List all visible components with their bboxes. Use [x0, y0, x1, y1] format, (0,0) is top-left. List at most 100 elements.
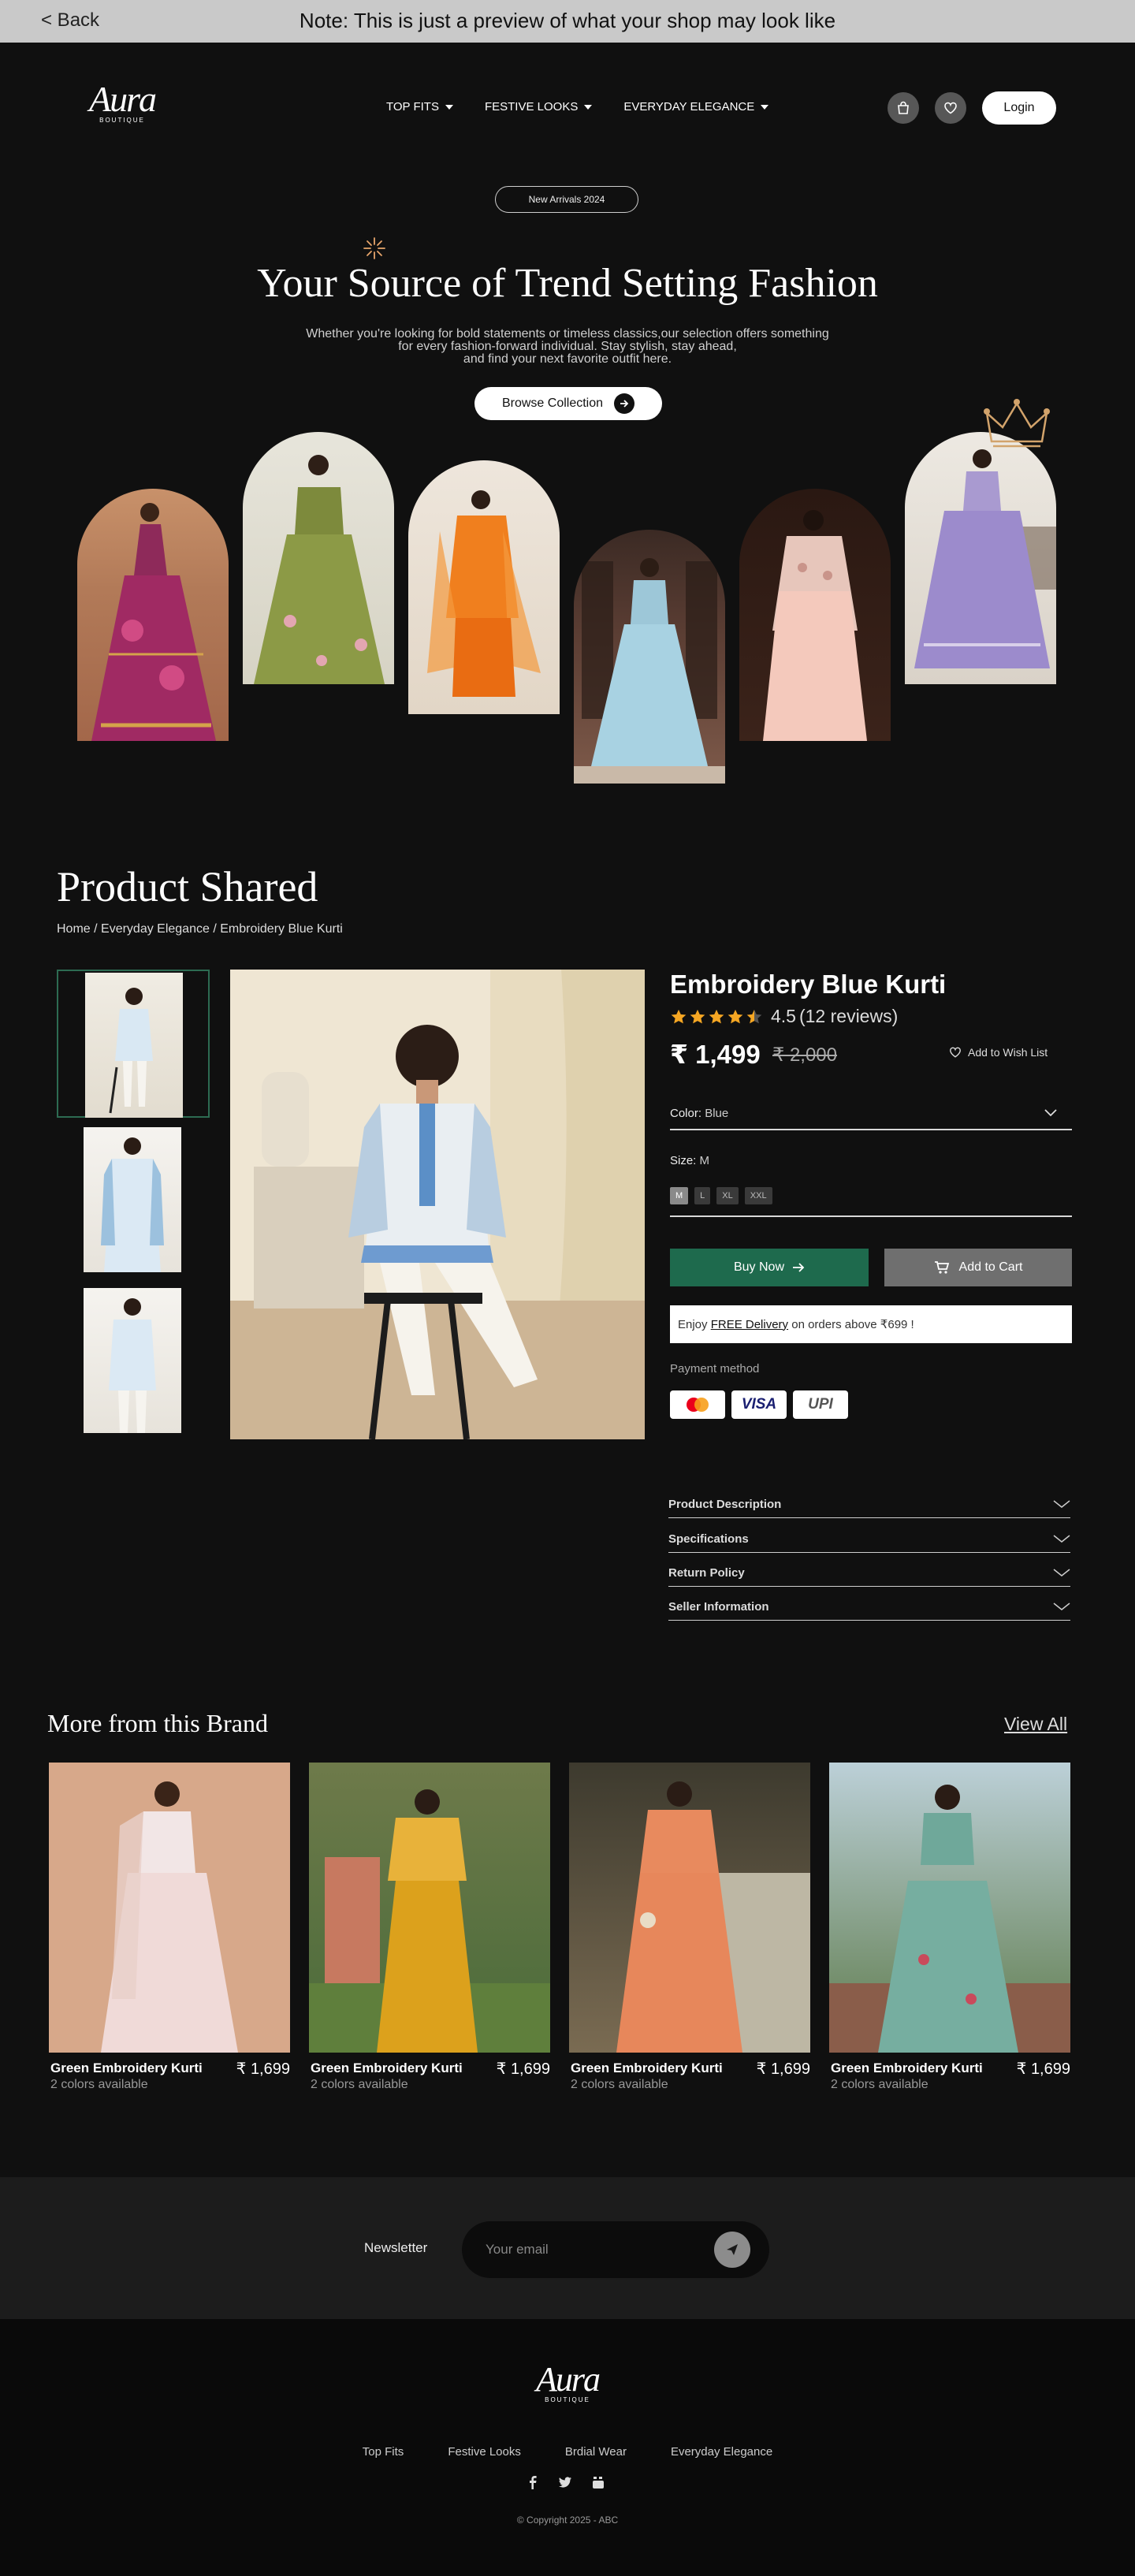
nav-item-label: FESTIVE LOOKS [484, 100, 579, 114]
product-card[interactable]: Green Embroidery Kurti ₹ 1,699 2 colors … [829, 1763, 1070, 2091]
nav-item-top-fits[interactable]: TOP FITS [386, 100, 453, 114]
footer-link[interactable]: Brdial Wear [565, 2445, 627, 2459]
caret-down-icon [445, 104, 453, 110]
product-card-image [829, 1763, 1070, 2053]
footer-link[interactable]: Everyday Elegance [671, 2445, 772, 2459]
product-card-name: Green Embroidery Kurti [571, 2060, 723, 2075]
hero-subtitle-line: for every fashion-forward individual. St… [398, 340, 737, 353]
product-card[interactable]: Green Embroidery Kurti ₹ 1,699 2 colors … [569, 1763, 810, 2091]
footer: Aura BOUTIQUE Top Fits Festive Looks Brd… [0, 2319, 1135, 2576]
color-selector[interactable]: Color: Blue [670, 1107, 728, 1120]
arrow-right-icon [793, 1263, 805, 1272]
thumbnail-image [84, 1288, 181, 1433]
nav-item-festive-looks[interactable]: FESTIVE LOOKS [484, 100, 593, 114]
breadcrumb: Home / Everyday Elegance / Embroidery Bl… [57, 922, 343, 936]
logo-text: Aura [89, 79, 157, 119]
facebook-icon[interactable] [527, 2475, 539, 2489]
newsletter-send-button[interactable] [714, 2232, 750, 2268]
preview-note: Note: This is just a preview of what you… [299, 9, 836, 32]
product-old-price: ₹ 2,000 [772, 1044, 837, 1066]
star-icon [690, 1009, 705, 1023]
product-thumbnail[interactable] [57, 970, 210, 1118]
product-card-colors: 2 colors available [831, 2078, 928, 2091]
product-card-price: ₹ 1,699 [496, 2060, 550, 2078]
size-option[interactable]: L [694, 1187, 711, 1204]
new-arrivals-badge: New Arrivals 2024 [495, 186, 638, 213]
newsletter-email-input[interactable] [486, 2237, 698, 2262]
product-card[interactable]: Green Embroidery Kurti ₹ 1,699 2 colors … [309, 1763, 550, 2091]
footer-logo[interactable]: Aura BOUTIQUE [524, 2360, 611, 2404]
add-to-wishlist-link[interactable]: Add to Wish List [949, 1046, 1048, 1059]
size-option[interactable]: XXL [744, 1187, 772, 1204]
product-card-image [49, 1763, 290, 2053]
product-card-price: ₹ 1,699 [756, 2060, 810, 2078]
star-icon [746, 1009, 762, 1023]
hero-model-image[interactable] [77, 489, 229, 741]
accordion-specifications[interactable]: Specifications [668, 1532, 1070, 1553]
login-button[interactable]: Login [982, 91, 1056, 125]
product-main-image[interactable] [230, 970, 645, 1439]
nav-item-label: EVERYDAY ELEGANCE [623, 100, 755, 114]
shopping-bag-icon [898, 101, 909, 114]
payment-method-label: Payment method [670, 1362, 760, 1375]
social-links [527, 2475, 605, 2489]
footer-link[interactable]: Festive Looks [448, 2445, 521, 2459]
hero-model-image[interactable] [408, 460, 560, 714]
hero-model-image[interactable] [905, 432, 1056, 684]
logo-text: Aura [536, 2360, 601, 2399]
accordion-label: Specifications [668, 1532, 749, 1546]
main-nav: TOP FITS FESTIVE LOOKS EVERYDAY ELEGANCE [386, 100, 769, 114]
accordion-product-description[interactable]: Product Description [668, 1498, 1070, 1518]
view-all-link[interactable]: View All [1004, 1714, 1067, 1735]
chevron-down-icon [1053, 1535, 1070, 1543]
star-icon [671, 1009, 687, 1023]
buy-now-button[interactable]: Buy Now [670, 1249, 869, 1286]
heart-icon [950, 1047, 961, 1058]
caret-down-icon [761, 104, 769, 110]
hero-model-image[interactable] [574, 530, 725, 784]
color-label: Color: [670, 1107, 702, 1120]
product-card-name: Green Embroidery Kurti [50, 2060, 203, 2075]
product-thumbnail[interactable] [57, 1127, 210, 1275]
size-label-row: Size: M [670, 1154, 709, 1167]
product-card-colors: 2 colors available [50, 2078, 148, 2091]
add-to-cart-label: Add to Cart [958, 1260, 1023, 1274]
delivery-post: on orders above ₹699 ! [791, 1318, 914, 1331]
brand-logo[interactable]: Aura BOUTIQUE [79, 79, 166, 125]
product-card-price: ₹ 1,699 [236, 2060, 290, 2078]
heart-icon [944, 102, 957, 114]
size-options: M L XL XXL [670, 1187, 772, 1204]
newsletter-section: Newsletter [0, 2177, 1135, 2319]
accordion-label: Seller Information [668, 1600, 769, 1614]
hero-model-image[interactable] [739, 489, 891, 741]
free-delivery-link[interactable]: FREE Delivery [711, 1318, 788, 1331]
rating-value: 4.5 [771, 1006, 796, 1026]
product-card-price: ₹ 1,699 [1016, 2060, 1070, 2078]
send-icon [727, 2244, 738, 2255]
add-to-cart-button[interactable]: Add to Cart [884, 1249, 1072, 1286]
accordion-label: Product Description [668, 1498, 782, 1511]
twitter-icon[interactable] [558, 2475, 572, 2489]
product-card[interactable]: Green Embroidery Kurti ₹ 1,699 2 colors … [49, 1763, 290, 2091]
size-option[interactable]: XL [716, 1187, 739, 1204]
chevron-down-icon[interactable] [1044, 1107, 1058, 1118]
upi-logo: UPI [793, 1390, 848, 1419]
browse-collection-button[interactable]: Browse Collection [474, 387, 662, 420]
preview-bar: < Back Note: This is just a preview of w… [0, 0, 1135, 43]
copyright: © Copyright 2025 - ABC [516, 2515, 619, 2526]
product-thumbnail[interactable] [57, 1288, 210, 1436]
star-icon [728, 1009, 743, 1023]
youtube-icon[interactable] [591, 2475, 605, 2489]
mastercard-logo [670, 1390, 725, 1419]
hero-model-image[interactable] [243, 432, 394, 684]
shopping-bag-button[interactable] [888, 92, 919, 124]
accordion-return-policy[interactable]: Return Policy [668, 1566, 1070, 1587]
wishlist-button[interactable] [935, 92, 966, 124]
size-option[interactable]: M [670, 1187, 689, 1204]
accordion-seller-information[interactable]: Seller Information [668, 1600, 1070, 1621]
footer-link[interactable]: Top Fits [363, 2445, 404, 2459]
star-rating [670, 1008, 763, 1026]
nav-item-everyday-elegance[interactable]: EVERYDAY ELEGANCE [623, 100, 769, 114]
newsletter-label: Newsletter [364, 2240, 428, 2255]
review-count[interactable]: (12 reviews) [799, 1006, 898, 1027]
